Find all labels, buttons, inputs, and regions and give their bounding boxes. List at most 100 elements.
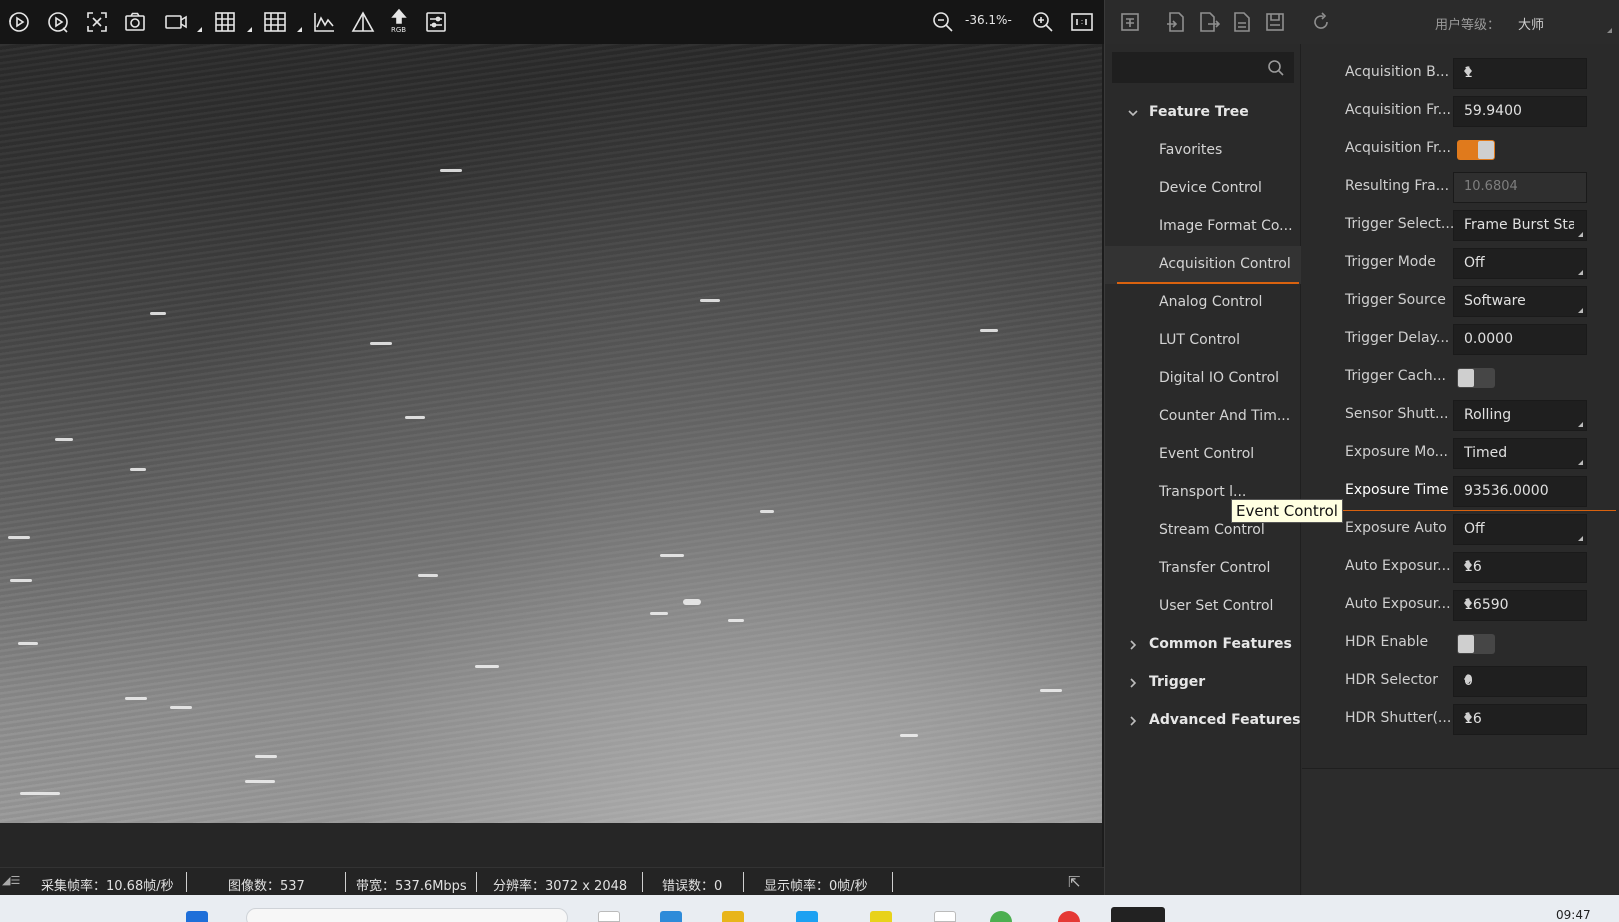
tree-item[interactable]: Device Control: [1105, 170, 1301, 208]
start-icon[interactable]: [186, 911, 208, 922]
tree-item[interactable]: User Set Control: [1105, 588, 1301, 626]
property-spinbox[interactable]: 0: [1453, 666, 1587, 697]
search-icon[interactable]: [1267, 59, 1285, 77]
grid-dropdown-icon[interactable]: [297, 27, 302, 32]
tree-category[interactable]: Advanced Features: [1105, 702, 1301, 740]
spin-arrows-icon[interactable]: [1464, 559, 1574, 581]
status-bar: ◢☰ 采集帧率：10.68帧/秒 图像数：537 带宽：537.6Mbps 分辨…: [0, 867, 1104, 895]
property-spinbox[interactable]: 16: [1453, 704, 1587, 735]
tree-item[interactable]: Digital IO Control: [1105, 360, 1301, 398]
taskbar-app-icon[interactable]: [722, 911, 744, 922]
tree-category[interactable]: Feature Tree: [1105, 94, 1301, 132]
property-input[interactable]: 59.9400: [1453, 96, 1587, 127]
tree-item[interactable]: Analog Control: [1105, 284, 1301, 322]
refresh-icon[interactable]: [1310, 11, 1332, 33]
property-dropdown[interactable]: Frame Burst Sta: [1453, 210, 1587, 241]
user-level-select[interactable]: 大师: [1518, 14, 1544, 33]
tree-item[interactable]: LUT Control: [1105, 322, 1301, 360]
taskbar-app-icon[interactable]: [870, 911, 892, 922]
taskbar-app-icon[interactable]: [990, 911, 1012, 922]
property-row: Trigger Delay... 0.0000: [1302, 321, 1602, 359]
spin-arrows-icon[interactable]: [1464, 65, 1574, 87]
status-image-count: 图像数：537: [228, 879, 305, 894]
chevron-right-icon[interactable]: [1127, 715, 1139, 727]
document-icon[interactable]: [1231, 11, 1253, 33]
tree-search-box[interactable]: [1112, 52, 1294, 83]
property-dropdown[interactable]: Timed: [1453, 438, 1587, 469]
property-toggle[interactable]: [1457, 368, 1495, 388]
property-spinbox[interactable]: 16: [1453, 552, 1587, 583]
device-icon[interactable]: [1119, 11, 1141, 33]
user-level-dropdown-icon[interactable]: [1607, 28, 1612, 33]
tree-search-input[interactable]: [1117, 57, 1262, 79]
property-input[interactable]: 0.0000: [1453, 324, 1587, 355]
taskbar-app-icon[interactable]: [660, 911, 682, 922]
spin-arrows-icon[interactable]: [1464, 711, 1574, 733]
chevron-down-icon[interactable]: [1127, 107, 1139, 119]
tree-item[interactable]: Image Format Co...: [1105, 208, 1301, 246]
zoom-out-icon[interactable]: [929, 8, 957, 36]
spin-arrows-icon[interactable]: [1464, 597, 1574, 619]
tree-item-label: Transfer Control: [1159, 560, 1271, 576]
save-icon[interactable]: [1264, 11, 1286, 33]
spin-down-icon[interactable]: [1464, 565, 1472, 570]
spin-down-icon[interactable]: [1464, 717, 1472, 722]
taskbar-search-box[interactable]: [246, 908, 568, 922]
property-dropdown[interactable]: Off: [1453, 514, 1587, 545]
tree-category[interactable]: Common Features: [1105, 626, 1301, 664]
tree-item[interactable]: Event Control: [1105, 436, 1301, 474]
tree-item[interactable]: Counter And Tim...: [1105, 398, 1301, 436]
status-divider: [345, 872, 346, 892]
tree-category[interactable]: Trigger: [1105, 664, 1301, 702]
image-speck: [245, 780, 275, 783]
grid-layout-dropdown-icon[interactable]: [247, 27, 252, 32]
image-speck: [255, 755, 277, 758]
property-dropdown[interactable]: Off: [1453, 248, 1587, 279]
import-icon[interactable]: [1165, 11, 1187, 33]
property-dropdown[interactable]: Software: [1453, 286, 1587, 317]
actual-size-icon[interactable]: [1068, 8, 1096, 36]
taskbar-app-icon[interactable]: [1058, 911, 1080, 922]
warning-icon[interactable]: [349, 8, 377, 36]
taskbar-app-icon[interactable]: [598, 911, 620, 922]
property-row: Sensor Shutt... Rolling: [1302, 397, 1602, 435]
continuous-capture-icon[interactable]: [5, 8, 33, 36]
zoom-in-icon[interactable]: [1029, 8, 1057, 36]
property-value: 10.6804: [1464, 179, 1518, 194]
spin-down-icon[interactable]: [1464, 71, 1472, 76]
histogram-icon[interactable]: [310, 8, 338, 36]
spin-down-icon[interactable]: [1464, 679, 1472, 684]
settings-icon[interactable]: [422, 8, 450, 36]
taskbar-active-app-icon[interactable]: [1111, 907, 1165, 922]
snapshot-icon[interactable]: [121, 8, 149, 36]
property-toggle[interactable]: [1457, 634, 1495, 654]
taskbar-app-icon[interactable]: [796, 911, 818, 922]
property-spinbox[interactable]: 1: [1453, 58, 1587, 89]
expand-corner-icon[interactable]: ⇱: [1068, 873, 1081, 891]
grid-icon[interactable]: [261, 8, 289, 36]
camera-image[interactable]: [0, 44, 1102, 823]
taskbar-app-icon[interactable]: [934, 911, 956, 922]
spin-arrows-icon[interactable]: [1464, 673, 1574, 695]
export-icon[interactable]: [1198, 11, 1221, 33]
image-speck: [980, 329, 998, 332]
property-toggle[interactable]: [1457, 140, 1495, 160]
property-spinbox[interactable]: 16590: [1453, 590, 1587, 621]
image-speck: [405, 416, 425, 419]
property-input[interactable]: 93536.0000: [1453, 476, 1587, 507]
chevron-right-icon[interactable]: [1127, 677, 1139, 689]
tree-item[interactable]: Transfer Control: [1105, 550, 1301, 588]
property-dropdown[interactable]: Rolling: [1453, 400, 1587, 431]
spin-down-icon[interactable]: [1464, 603, 1472, 608]
stop-capture-icon[interactable]: [83, 8, 111, 36]
single-capture-icon[interactable]: [44, 8, 72, 36]
record-icon[interactable]: [162, 8, 190, 36]
record-dropdown-icon[interactable]: [197, 27, 202, 32]
tree-item[interactable]: Favorites: [1105, 132, 1301, 170]
status-menu-icon[interactable]: ◢☰: [2, 874, 20, 887]
grid-layout-icon[interactable]: [211, 8, 239, 36]
status-divider: [743, 872, 744, 892]
tree-item-label: Image Format Co...: [1159, 218, 1293, 234]
chevron-right-icon[interactable]: [1127, 639, 1139, 651]
tree-item[interactable]: Acquisition Control: [1105, 246, 1301, 284]
